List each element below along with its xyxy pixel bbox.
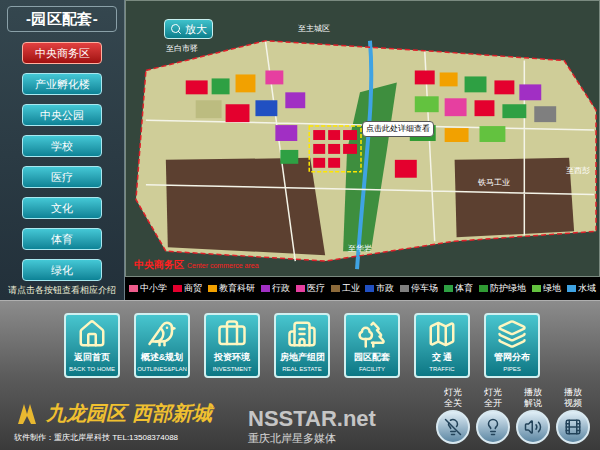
- logo: 九龙园区西部新城: [14, 398, 212, 428]
- legend-item: 市政: [365, 282, 394, 296]
- sidebar-item[interactable]: 学校: [22, 135, 102, 157]
- legend-swatch: [173, 285, 182, 292]
- control-button[interactable]: 播放解说: [516, 387, 550, 444]
- logo-icon: [14, 400, 40, 426]
- map-label: 至主城区: [298, 23, 330, 35]
- control-icon: [524, 418, 542, 436]
- legend-item: 医疗: [296, 282, 325, 296]
- control-icon: [444, 418, 462, 436]
- legend-swatch: [129, 285, 138, 292]
- legend-swatch: [444, 285, 453, 292]
- nav-button[interactable]: 交 通TRAFFIC: [414, 313, 470, 378]
- credit: 软件制作：重庆北岸星科技 TEL:13508374088: [14, 432, 212, 444]
- legend-item: 工业: [331, 282, 360, 296]
- control-button[interactable]: 播放视频: [556, 387, 590, 444]
- legend-item: 水域: [567, 282, 596, 296]
- control-icon: [484, 418, 502, 436]
- control-button[interactable]: 灯光全开: [476, 387, 510, 444]
- area-title: 中央商务区Center commerce area: [134, 257, 259, 272]
- map-label: 至白市驿: [166, 43, 198, 55]
- nav-button[interactable]: 园区配套FACILITY: [344, 313, 400, 378]
- legend-swatch: [331, 285, 340, 292]
- nav-icon: [287, 319, 317, 349]
- sidebar: -园区配套- 中央商务区产业孵化楼中央公园学校医疗文化体育绿化请点击各按钮查看相应…: [0, 0, 125, 300]
- sidebar-item[interactable]: 中央商务区: [22, 42, 102, 64]
- sidebar-hint: 请点击各按钮查看相应介绍: [8, 284, 116, 297]
- logo-block: 九龙园区西部新城软件制作：重庆北岸星科技 TEL:13508374088: [14, 398, 212, 444]
- footer-row: 九龙园区西部新城软件制作：重庆北岸星科技 TEL:13508374088 灯光全关…: [0, 378, 600, 450]
- legend-swatch: [261, 285, 270, 292]
- map-drawing: [126, 1, 599, 276]
- magnifier-icon: [170, 23, 182, 35]
- legend-swatch: [532, 285, 541, 292]
- app: -园区配套-中央商务区产业孵化楼中央公园学校医疗文化体育绿化请点击各按钮查看相应…: [0, 0, 600, 450]
- legend-item: 行政: [261, 282, 290, 296]
- sidebar-list: 中央商务区产业孵化楼中央公园学校医疗文化体育绿化: [22, 42, 102, 281]
- nav-button[interactable]: 管网分布PIPES: [484, 313, 540, 378]
- nav-icon: [217, 319, 247, 349]
- nav-button[interactable]: 概述&规划OUTLINES&PLAN: [134, 313, 190, 378]
- nav-icon: [77, 319, 107, 349]
- controls: 灯光全关灯光全开播放解说播放视频: [436, 387, 590, 444]
- legend: 中小学商贸教育科研行政医疗工业市政停车场体育防护绿地绿地水域: [125, 277, 600, 300]
- legend-swatch: [365, 285, 374, 292]
- nav-button[interactable]: 房地产组团REAL ESTATE: [274, 313, 330, 378]
- legend-item: 中小学: [129, 282, 167, 296]
- map-label: 至西彭: [566, 165, 590, 177]
- sidebar-title: -园区配套-: [7, 6, 117, 32]
- sidebar-item[interactable]: 产业孵化楼: [22, 73, 102, 95]
- sidebar-item[interactable]: 中央公园: [22, 104, 102, 126]
- legend-item: 防护绿地: [479, 282, 526, 296]
- legend-item: 停车场: [400, 282, 438, 296]
- legend-item: 绿地: [532, 282, 561, 296]
- legend-item: 教育科研: [208, 282, 255, 296]
- map-callout[interactable]: 点击此处详细查看: [362, 121, 434, 137]
- top-section: -园区配套-中央商务区产业孵化楼中央公园学校医疗文化体育绿化请点击各按钮查看相应…: [0, 0, 600, 300]
- sidebar-item[interactable]: 文化: [22, 197, 102, 219]
- map-label: 铁马工业: [478, 177, 510, 189]
- main-panel: 放大至白市驿 至主城区至西彭铁马工业至华岩 点击此处详细查看中央商务区Center …: [125, 0, 600, 300]
- legend-swatch: [208, 285, 217, 292]
- bottom-bar: 返回首页BACK TO HOME概述&规划OUTLINES&PLAN投资环境IN…: [0, 300, 600, 450]
- nav-icon: [497, 319, 527, 349]
- watermark: NSSTAR.net重庆北岸星多媒体: [248, 408, 376, 447]
- legend-swatch: [479, 285, 488, 292]
- sidebar-item[interactable]: 医疗: [22, 166, 102, 188]
- legend-swatch: [567, 285, 576, 292]
- nav-icon: [427, 319, 457, 349]
- map-label: 至华岩: [348, 243, 372, 255]
- control-icon: [564, 418, 582, 436]
- zoom-button[interactable]: 放大: [164, 19, 213, 39]
- nav-button[interactable]: 返回首页BACK TO HOME: [64, 313, 120, 378]
- legend-item: 体育: [444, 282, 473, 296]
- legend-swatch: [400, 285, 409, 292]
- nav-icon: [357, 319, 387, 349]
- sidebar-item[interactable]: 绿化: [22, 259, 102, 281]
- sidebar-item[interactable]: 体育: [22, 228, 102, 250]
- nav-row: 返回首页BACK TO HOME概述&规划OUTLINES&PLAN投资环境IN…: [0, 301, 600, 378]
- control-button[interactable]: 灯光全关: [436, 387, 470, 444]
- legend-swatch: [296, 285, 305, 292]
- legend-item: 商贸: [173, 282, 202, 296]
- map[interactable]: 放大至白市驿 至主城区至西彭铁马工业至华岩 点击此处详细查看中央商务区Center …: [125, 0, 600, 277]
- nav-button[interactable]: 投资环境INVESTMENT: [204, 313, 260, 378]
- nav-icon: [147, 319, 177, 349]
